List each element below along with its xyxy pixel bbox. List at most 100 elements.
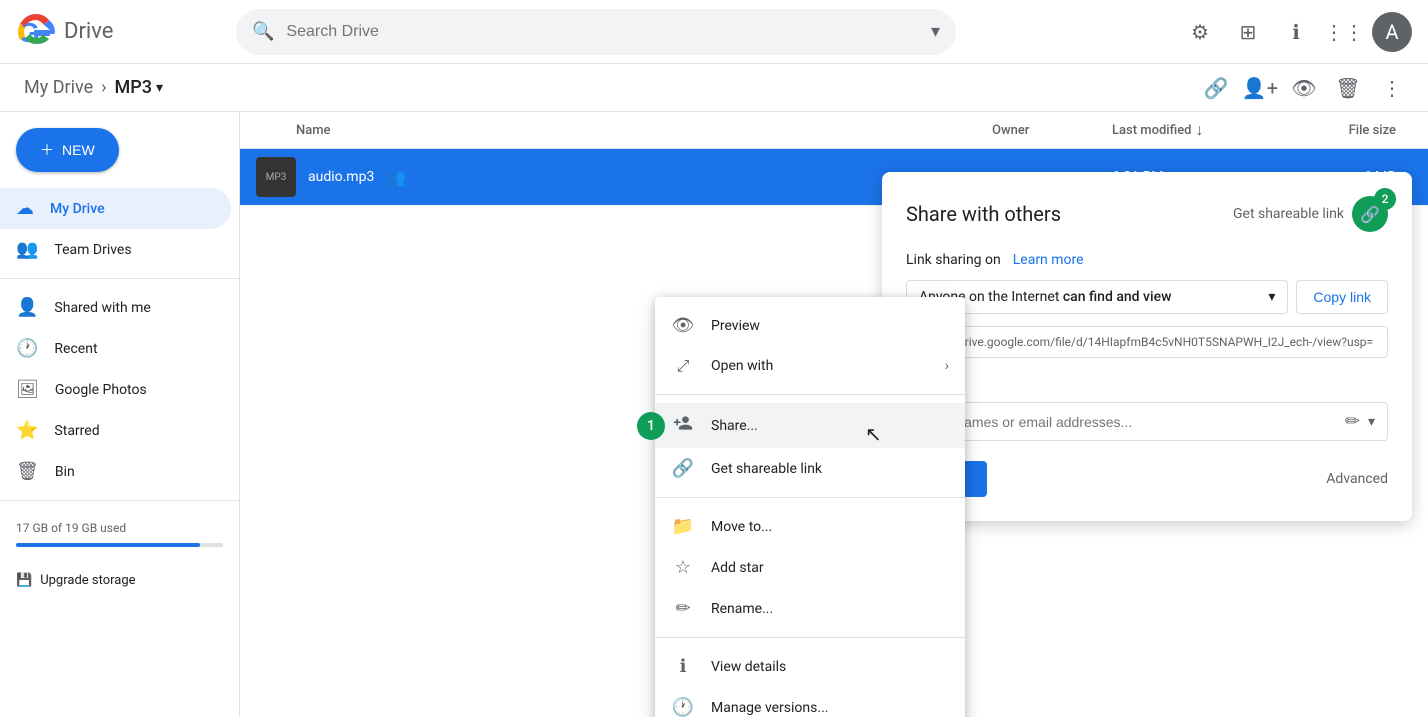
new-button[interactable]: ＋ NEW bbox=[16, 128, 119, 172]
info-menu-icon: ℹ bbox=[671, 656, 695, 677]
sidebar-divider-1 bbox=[0, 278, 239, 279]
rename-icon: ✏ bbox=[671, 598, 695, 619]
link-url: https://drive.google.com/file/d/14HIapfm… bbox=[906, 326, 1388, 358]
preview-menu-icon: 👁 bbox=[671, 315, 695, 336]
team-drives-icon: 👥 bbox=[16, 239, 38, 260]
starred-icon: ⭐ bbox=[16, 420, 38, 441]
menu-label-preview: Preview bbox=[711, 318, 760, 334]
preview-icon[interactable]: 👁 bbox=[1284, 68, 1324, 108]
get-link-label: Get shareable link bbox=[1233, 206, 1344, 222]
search-bar[interactable]: 🔍 ▾ bbox=[236, 9, 956, 55]
grid-view-icon[interactable]: ⊞ bbox=[1228, 12, 1268, 52]
sidebar-item-bin[interactable]: 🗑 Bin bbox=[0, 451, 231, 492]
info-icon[interactable]: ℹ bbox=[1276, 12, 1316, 52]
my-drive-icon: ☁ bbox=[16, 198, 34, 219]
sidebar-item-shared-with-me[interactable]: 👤 Shared with me bbox=[0, 287, 231, 328]
search-input[interactable] bbox=[286, 23, 931, 41]
advanced-link[interactable]: Advanced bbox=[1326, 471, 1388, 487]
subheader-actions: 🔗 👤+ 👁 🗑 ⋮ bbox=[1196, 68, 1412, 108]
edit-permissions-icon[interactable]: ✏ bbox=[1345, 411, 1360, 432]
menu-label-get-link: Get shareable link bbox=[711, 461, 822, 477]
menu-label-open-with: Open with bbox=[711, 358, 773, 374]
copy-link-button[interactable]: Copy link bbox=[1296, 280, 1388, 314]
shared-icon: 👤 bbox=[16, 297, 38, 318]
people-input-row: ✏ ▾ bbox=[906, 402, 1388, 441]
file-name: audio.mp3 bbox=[308, 169, 374, 185]
menu-item-manage-versions[interactable]: 🕐 Manage versions... bbox=[655, 687, 965, 717]
share-dialog-header: Share with others Get shareable link 🔗 2 bbox=[906, 196, 1388, 232]
file-list-header: Name Owner Last modified ↓ File size bbox=[240, 112, 1428, 149]
menu-item-move-to[interactable]: 📁 Move to... bbox=[655, 506, 965, 547]
get-link-button[interactable]: 🔗 2 bbox=[1352, 196, 1388, 232]
link-options-row: Anyone on the Internet can find and view… bbox=[906, 280, 1388, 314]
star-menu-icon: ☆ bbox=[671, 557, 695, 578]
sidebar-divider-2 bbox=[0, 500, 239, 501]
menu-item-share[interactable]: 1 Share... bbox=[655, 403, 965, 448]
people-section: People ✏ ▾ bbox=[906, 378, 1388, 441]
main-layout: ＋ NEW ☁ My Drive 👥 Team Drives 👤 Shared … bbox=[0, 112, 1428, 717]
sidebar-item-starred[interactable]: ⭐ Starred bbox=[0, 410, 231, 451]
account-icon[interactable]: A bbox=[1372, 12, 1412, 52]
menu-item-rename[interactable]: ✏ Rename... bbox=[655, 588, 965, 629]
learn-more-link[interactable]: Learn more bbox=[1013, 252, 1084, 268]
apps-icon[interactable]: ⋮⋮ bbox=[1324, 12, 1364, 52]
submenu-arrow-icon: › bbox=[945, 358, 949, 374]
recent-icon: 🕐 bbox=[16, 338, 38, 359]
menu-item-add-star[interactable]: ☆ Add star bbox=[655, 547, 965, 588]
dropdown-permissions-icon[interactable]: ▾ bbox=[1368, 414, 1375, 430]
topbar: G Drive 🔍 ▾ ⚙ ⊞ ℹ ⋮⋮ A bbox=[0, 0, 1428, 64]
menu-item-view-details[interactable]: ℹ View details bbox=[655, 646, 965, 687]
storage-bar bbox=[16, 543, 223, 547]
menu-item-get-link[interactable]: 🔗 Get shareable link bbox=[655, 448, 965, 489]
topbar-actions: ⚙ ⊞ ℹ ⋮⋮ A bbox=[1180, 12, 1412, 52]
menu-label-rename: Rename... bbox=[711, 601, 773, 617]
menu-label-view-details: View details bbox=[711, 659, 786, 675]
step-2-badge: 2 bbox=[1374, 188, 1396, 210]
link-sharing-status: Link sharing on bbox=[906, 252, 1001, 268]
breadcrumb-dropdown-icon[interactable]: ▾ bbox=[156, 80, 163, 96]
col-header-owner[interactable]: Owner bbox=[992, 123, 1112, 138]
link-sharing-row: Link sharing on Learn more bbox=[906, 252, 1388, 268]
breadcrumb-separator: › bbox=[101, 77, 106, 98]
subheader: My Drive › MP3 ▾ 🔗 👤+ 👁 🗑 ⋮ bbox=[0, 64, 1428, 112]
search-dropdown-icon[interactable]: ▾ bbox=[931, 21, 940, 42]
more-options-icon[interactable]: ⋮ bbox=[1372, 68, 1412, 108]
step-1-badge: 1 bbox=[637, 412, 665, 440]
share-dialog-title: Share with others bbox=[906, 202, 1061, 226]
share-menu-icon bbox=[671, 413, 695, 438]
storage-fill bbox=[16, 543, 200, 547]
people-input[interactable] bbox=[919, 414, 1337, 430]
google-logo-icon: G bbox=[16, 12, 56, 52]
link-icon[interactable]: 🔗 bbox=[1196, 68, 1236, 108]
storage-text: 17 GB of 19 GB used bbox=[16, 521, 223, 535]
col-header-name[interactable]: Name bbox=[256, 123, 992, 138]
delete-icon[interactable]: 🗑 bbox=[1328, 68, 1368, 108]
menu-label-add-star: Add star bbox=[711, 560, 764, 576]
versions-icon: 🕐 bbox=[671, 697, 695, 717]
sidebar: ＋ NEW ☁ My Drive 👥 Team Drives 👤 Shared … bbox=[0, 112, 240, 717]
people-label: People bbox=[906, 378, 1388, 394]
main-content: Name Owner Last modified ↓ File size MP3… bbox=[240, 112, 1428, 717]
settings-icon[interactable]: ⚙ bbox=[1180, 12, 1220, 52]
sidebar-item-google-photos[interactable]: 🖼 Google Photos bbox=[0, 369, 231, 410]
upgrade-storage-button[interactable]: 💾 Upgrade storage bbox=[0, 569, 239, 592]
menu-item-open-with[interactable]: ⤢ Open with › bbox=[655, 346, 965, 386]
menu-divider-1 bbox=[655, 394, 965, 395]
col-header-modified[interactable]: Last modified ↓ bbox=[1112, 120, 1312, 140]
menu-divider-2 bbox=[655, 497, 965, 498]
menu-divider-3 bbox=[655, 637, 965, 638]
menu-label-manage-versions: Manage versions... bbox=[711, 700, 828, 716]
get-link-section: Get shareable link 🔗 2 bbox=[1233, 196, 1388, 232]
col-header-size[interactable]: File size bbox=[1312, 123, 1412, 138]
logo-area: G Drive bbox=[16, 12, 236, 52]
storage-section: 17 GB of 19 GB used bbox=[0, 509, 239, 559]
sidebar-item-recent[interactable]: 🕐 Recent bbox=[0, 328, 231, 369]
breadcrumb-parent[interactable]: My Drive bbox=[24, 77, 93, 98]
plus-icon: ＋ bbox=[40, 140, 54, 160]
shared-badge-icon: 👥 bbox=[386, 168, 406, 187]
sidebar-item-my-drive[interactable]: ☁ My Drive bbox=[0, 188, 231, 229]
add-person-icon[interactable]: 👤+ bbox=[1240, 68, 1280, 108]
menu-label-share: Share... bbox=[711, 418, 758, 434]
menu-item-preview[interactable]: 👁 Preview bbox=[655, 305, 965, 346]
sidebar-item-team-drives[interactable]: 👥 Team Drives bbox=[0, 229, 231, 270]
